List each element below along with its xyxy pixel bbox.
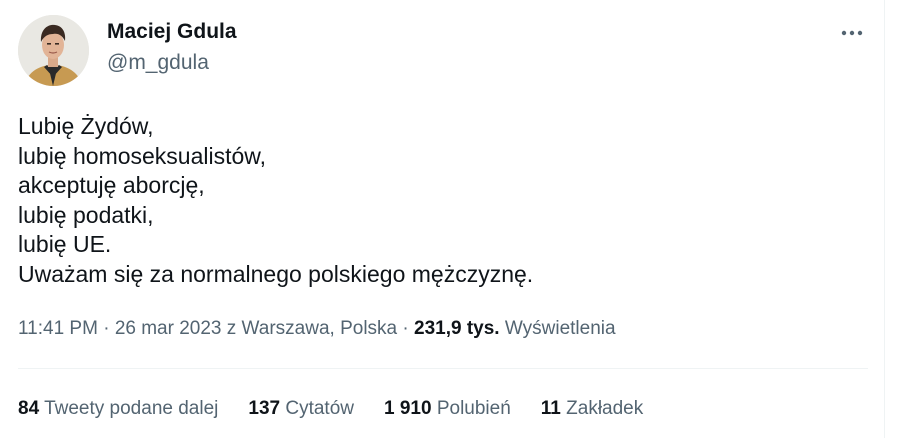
tweet-timestamp-time[interactable]: 11:41 PM: [18, 318, 98, 339]
bookmarks-stat[interactable]: 11 Zakładek: [541, 398, 643, 420]
tweet-text: Lubię Żydów, lubię homoseksualistów, akc…: [18, 112, 868, 289]
retweets-count: 84: [18, 398, 40, 419]
views-count: 231,9 tys.: [414, 318, 500, 339]
tweet-text-line: akceptuję aborcję,: [18, 172, 205, 198]
timeline-border: [884, 0, 885, 438]
avatar[interactable]: [18, 15, 89, 86]
meta-separator: ·: [103, 318, 110, 339]
tweet-text-line: Lubię Żydów,: [18, 113, 154, 139]
more-horizontal-icon: [841, 30, 863, 36]
likes-stat[interactable]: 1 910 Polubień: [384, 398, 511, 420]
quotes-count: 137: [248, 398, 281, 419]
quotes-stat[interactable]: 137 Cytatów: [248, 398, 354, 420]
author-handle[interactable]: @m_gdula: [107, 51, 209, 75]
tweet-text-line: lubię podatki,: [18, 201, 154, 228]
tweet-timestamp-date[interactable]: 26 mar 2023: [115, 318, 222, 339]
tweet-location: z Warszawa, Polska: [226, 318, 398, 339]
likes-label: Polubień: [436, 398, 511, 419]
likes-count: 1 910: [384, 398, 432, 419]
tweet-text-line: lubię homoseksualistów,: [18, 142, 267, 169]
more-options-button[interactable]: [834, 20, 870, 46]
meta-separator: ·: [402, 318, 409, 339]
tweet-text-line: lubię UE.: [18, 231, 112, 257]
divider: [18, 368, 868, 369]
views-label: Wyświetlenia: [504, 318, 616, 339]
retweets-stat[interactable]: 84 Tweety podane dalej: [18, 398, 218, 420]
author-display-name[interactable]: Maciej Gdula: [107, 20, 237, 44]
quotes-label: Cytatów: [285, 398, 354, 419]
bookmarks-label: Zakładek: [566, 398, 644, 419]
retweets-label: Tweety podane dalej: [44, 398, 219, 419]
bookmarks-count: 11: [540, 398, 561, 419]
tweet-text-line: Uważam się za normalnego polskiego mężcz…: [18, 260, 534, 287]
avatar-image: [18, 15, 89, 86]
tweet-card: Maciej Gdula @m_gdula Lubię Żydów, lubię…: [0, 0, 884, 438]
engagement-stats: 84 Tweety podane dalej 137 Cytatów 1 910…: [18, 398, 643, 420]
tweet-metadata: 11:41 PM · 26 mar 2023 z Warszawa, Polsk…: [18, 318, 616, 340]
